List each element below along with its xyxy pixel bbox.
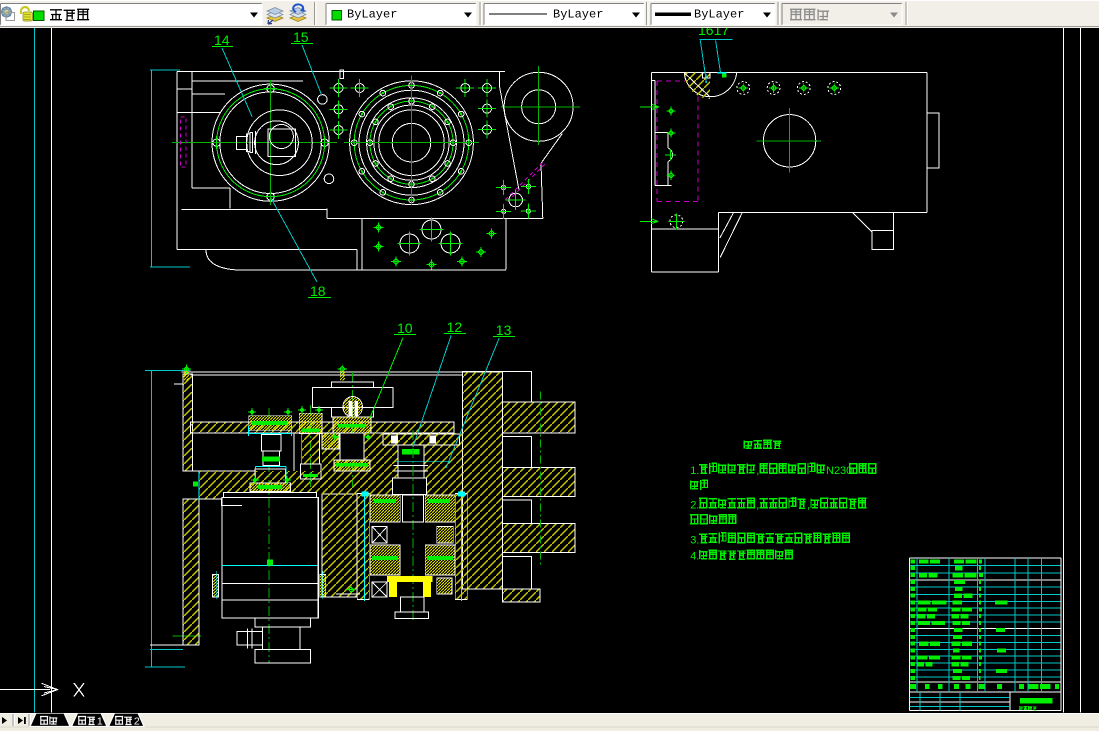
svg-text:1.: 1. bbox=[690, 465, 699, 477]
svg-text:14: 14 bbox=[214, 32, 230, 48]
svg-text:ByLayer: ByLayer bbox=[553, 8, 603, 22]
svg-text:N230: N230 bbox=[826, 465, 852, 477]
svg-text:4.: 4. bbox=[690, 551, 699, 563]
svg-text:1: 1 bbox=[97, 715, 103, 727]
svg-text:,: , bbox=[756, 465, 759, 477]
svg-text:3.: 3. bbox=[690, 535, 699, 547]
svg-text:10: 10 bbox=[397, 320, 413, 336]
svg-text:,: , bbox=[807, 500, 810, 512]
svg-text:2: 2 bbox=[134, 715, 140, 727]
svg-text:18: 18 bbox=[310, 283, 326, 299]
svg-text:ByLayer: ByLayer bbox=[694, 8, 744, 22]
svg-text:12: 12 bbox=[447, 319, 463, 335]
svg-text:2.: 2. bbox=[690, 500, 699, 512]
svg-text:ByLayer: ByLayer bbox=[347, 8, 397, 22]
svg-text:,: , bbox=[756, 500, 759, 512]
svg-text:13: 13 bbox=[496, 322, 512, 338]
svg-text:1617: 1617 bbox=[698, 28, 729, 38]
svg-text:15: 15 bbox=[293, 29, 309, 45]
